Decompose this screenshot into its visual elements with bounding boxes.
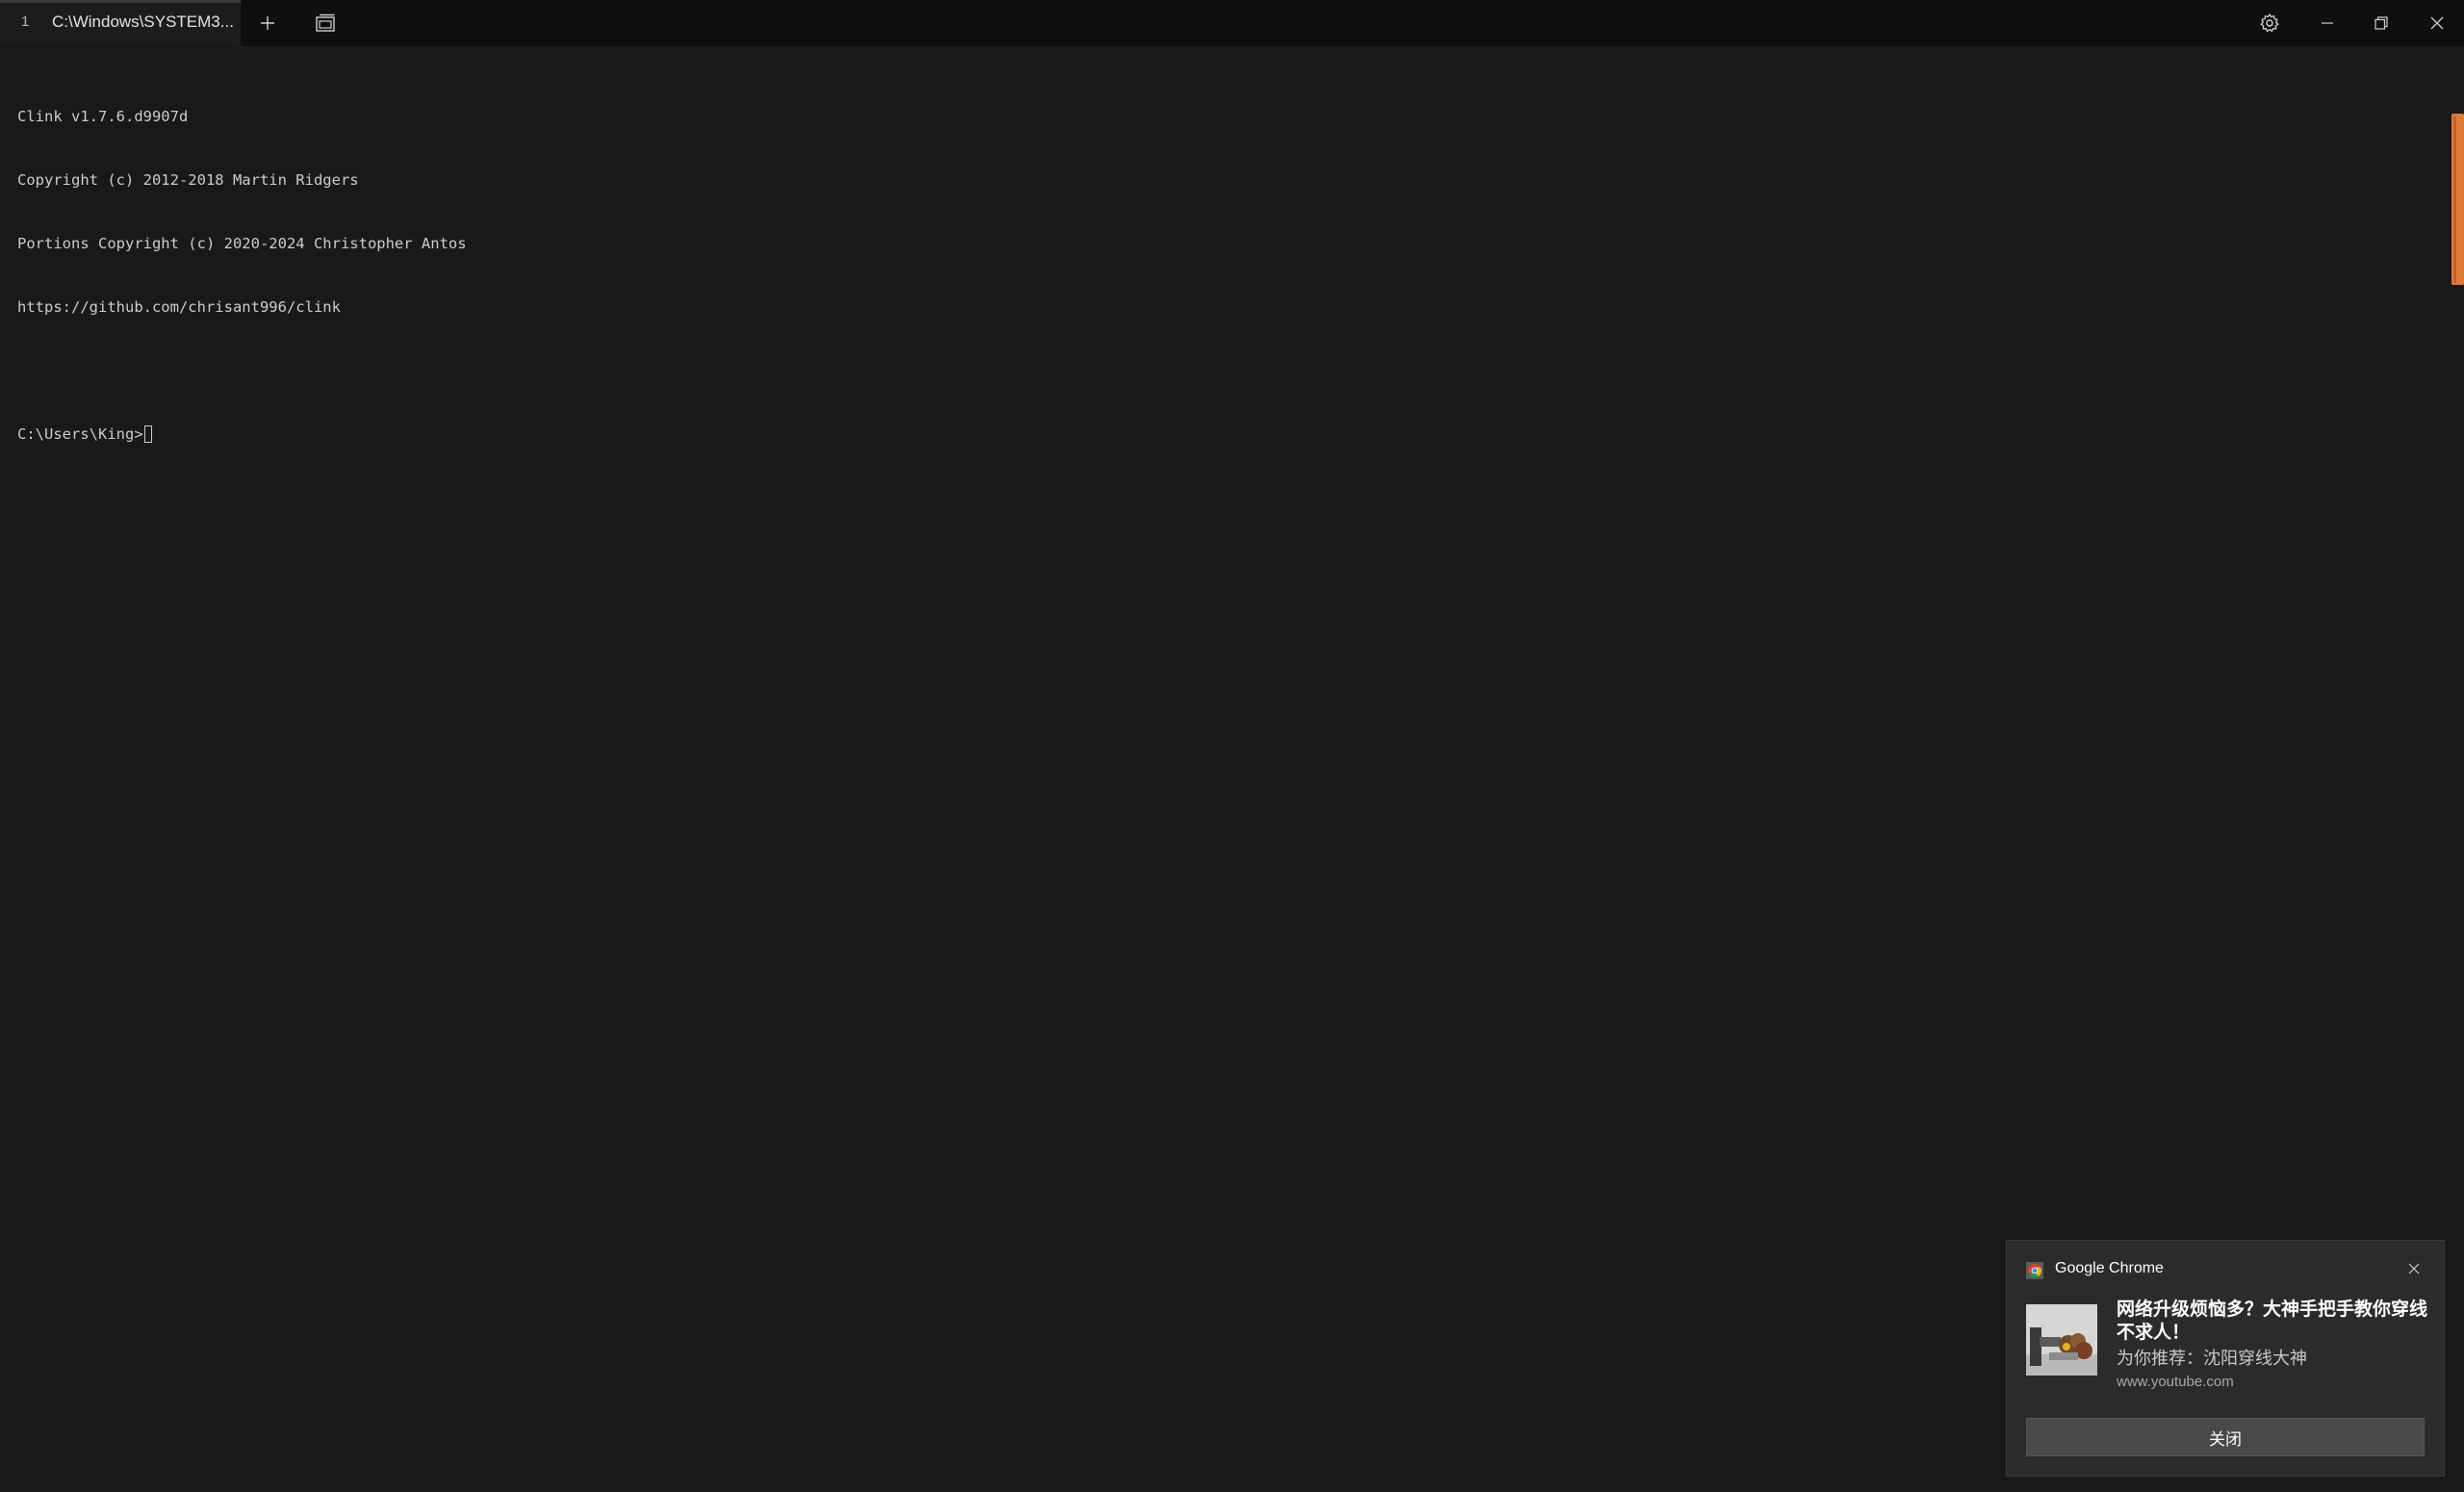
terminal-line: Clink v1.7.6.d9907d — [17, 108, 189, 125]
terminal-line: https://github.com/chrisant996/clink — [17, 298, 341, 316]
text-cursor — [143, 425, 152, 443]
restore-icon — [2374, 16, 2388, 30]
notification-toast[interactable]: Google Chrome 网络升级烦恼多？大神手把手教你穿线不求人！ 为你推荐… — [2006, 1240, 2445, 1477]
notification-title: 网络升级烦恼多？大神手把手教你穿线不求人！ — [2117, 1299, 2428, 1343]
tab-title: C:\Windows\SYSTEM3... — [52, 13, 234, 31]
terminal-line: Portions Copyright (c) 2020-2024 Christo… — [17, 235, 467, 252]
minimize-button[interactable] — [2304, 0, 2350, 46]
plus-icon — [261, 16, 274, 30]
tab-index: 1 — [21, 13, 30, 30]
minimize-icon — [2322, 22, 2333, 24]
notification-body: 为你推荐：沈阳穿线大神 — [2117, 1349, 2307, 1368]
close-icon — [2408, 1263, 2420, 1274]
scrollbar-thumb-highlight — [2453, 116, 2456, 283]
gear-icon — [2260, 13, 2279, 33]
notification-app-name: Google Chrome — [2055, 1260, 2164, 1276]
notification-close-button[interactable] — [2400, 1254, 2428, 1283]
tab-switcher-button[interactable] — [306, 0, 345, 46]
close-icon — [2430, 16, 2444, 30]
terminal-line: Copyright (c) 2012-2018 Martin Ridgers — [17, 171, 359, 189]
notification-thumbnail — [2026, 1304, 2097, 1376]
close-window-button[interactable] — [2414, 0, 2460, 46]
terminal-tab[interactable]: 1 C:\Windows\SYSTEM3... — [0, 0, 241, 46]
thumbnail-image — [2026, 1304, 2097, 1376]
chrome-icon — [2026, 1262, 2043, 1279]
tab-switcher-icon — [316, 13, 335, 32]
settings-button[interactable] — [2250, 0, 2289, 46]
title-bar: 1 C:\Windows\SYSTEM3... — [0, 0, 2464, 46]
notification-dismiss-button[interactable]: 关闭 — [2026, 1418, 2425, 1456]
prompt-text: C:\Users\King> — [17, 425, 143, 443]
prompt-line[interactable]: C:\Users\King> — [17, 424, 2424, 445]
terminal-window: 1 C:\Windows\SYSTEM3... Clink v1.7.6.d99… — [0, 0, 2464, 1492]
restore-button[interactable] — [2358, 0, 2404, 46]
new-tab-button[interactable] — [248, 0, 287, 46]
notification-source: www.youtube.com — [2117, 1374, 2234, 1390]
terminal-output[interactable]: Clink v1.7.6.d9907d Copyright (c) 2012-2… — [17, 64, 2424, 487]
